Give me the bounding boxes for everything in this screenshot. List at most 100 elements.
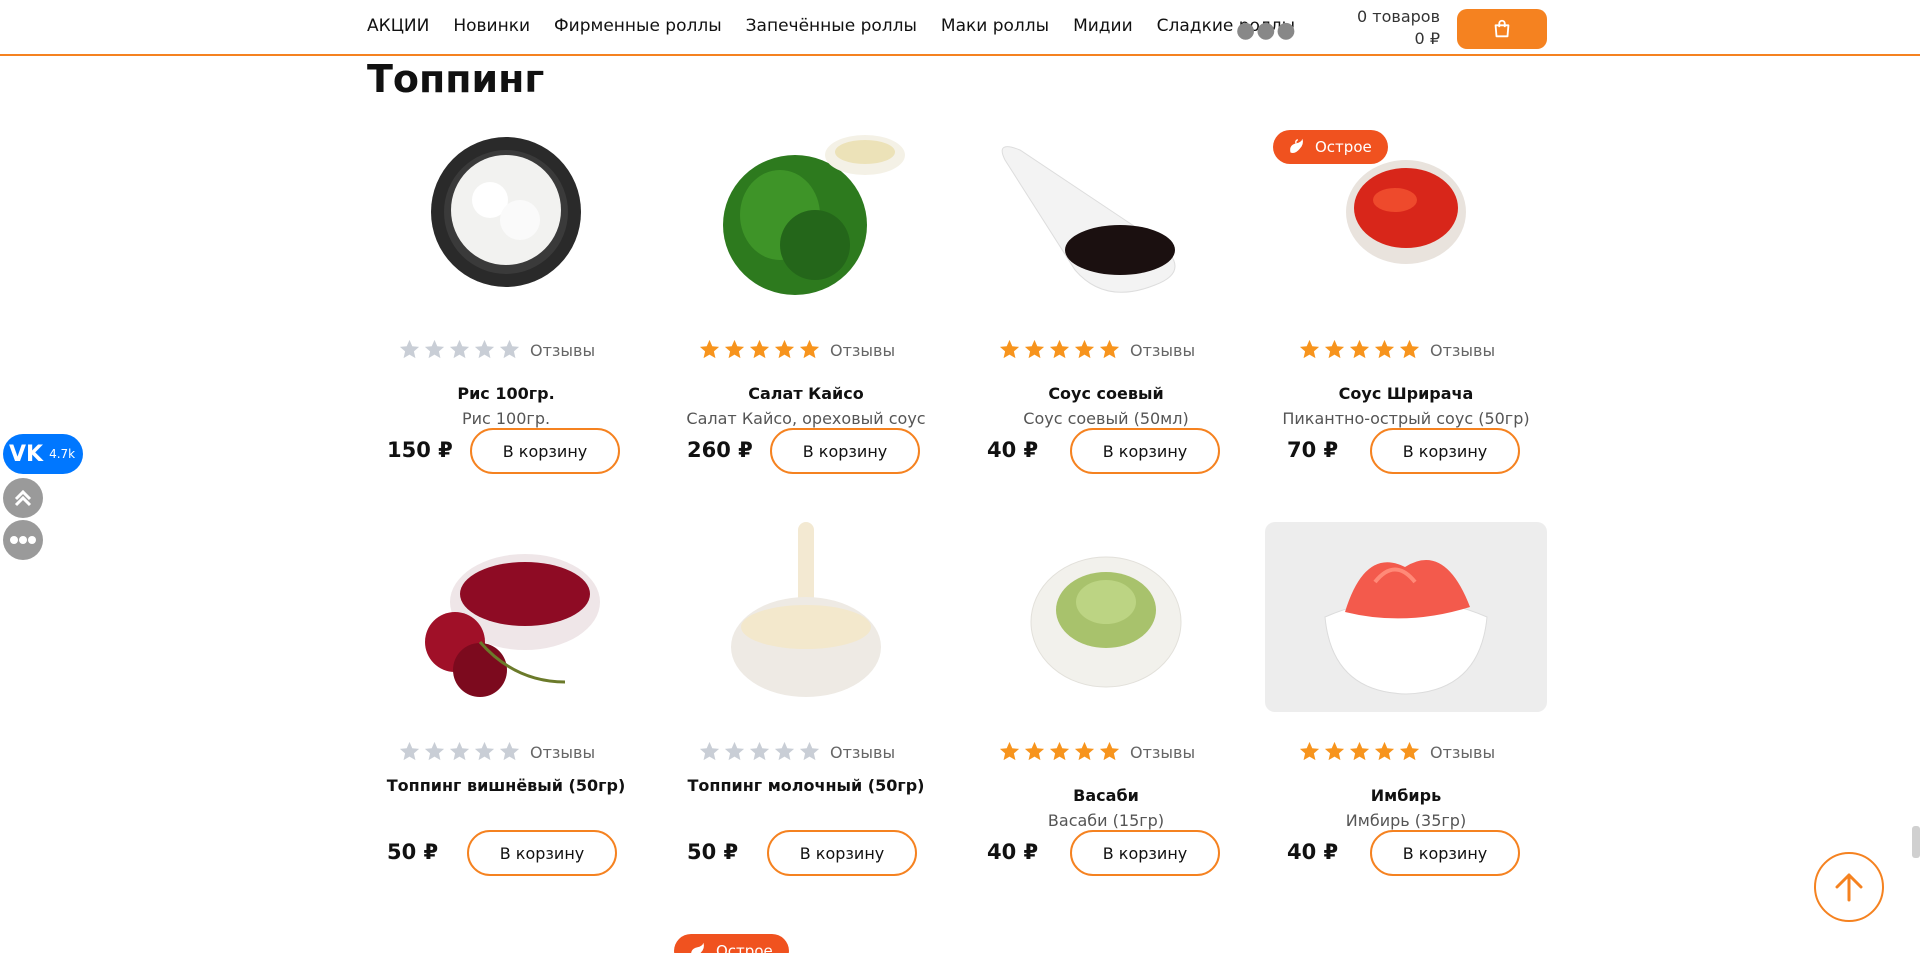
product-name[interactable]: Рис 100гр. <box>365 384 647 403</box>
star-icon[interactable] <box>398 338 421 361</box>
star-icon[interactable] <box>1323 740 1346 763</box>
star-icon[interactable] <box>1298 338 1321 361</box>
add-to-cart-button[interactable]: В корзину <box>1370 830 1520 876</box>
product-description: Васаби (15гр) <box>1047 811 1165 830</box>
add-to-cart-button[interactable]: В корзину <box>467 830 617 876</box>
star-icon[interactable] <box>748 338 771 361</box>
star-icon[interactable] <box>1398 338 1421 361</box>
star-icon[interactable] <box>1348 338 1371 361</box>
star-icon[interactable] <box>423 740 446 763</box>
star-icon[interactable] <box>798 338 821 361</box>
product-name[interactable]: Соус соевый <box>965 384 1247 403</box>
product-price: 150 ₽ <box>387 438 453 462</box>
star-icon[interactable] <box>398 740 421 763</box>
reviews-link[interactable]: Отзывы <box>1130 341 1195 360</box>
star-icon[interactable] <box>1023 740 1046 763</box>
product-image-rice[interactable] <box>365 120 647 310</box>
product-image-wasabi[interactable] <box>965 522 1247 712</box>
cart-button[interactable] <box>1457 9 1547 49</box>
star-icon[interactable] <box>473 740 496 763</box>
star-icon[interactable] <box>723 338 746 361</box>
rating-stars[interactable] <box>698 338 821 361</box>
rating-stars[interactable] <box>1298 338 1421 361</box>
rating-stars[interactable] <box>398 338 521 361</box>
star-icon[interactable] <box>1098 338 1121 361</box>
star-icon[interactable] <box>773 338 796 361</box>
star-icon[interactable] <box>498 740 521 763</box>
product-name[interactable]: Топпинг молочный (50гр) <box>665 776 947 795</box>
add-to-cart-button[interactable]: В корзину <box>1070 428 1220 474</box>
reviews-link[interactable]: Отзывы <box>1430 341 1495 360</box>
rating-stars[interactable] <box>998 740 1121 763</box>
product-name[interactable]: Васаби <box>965 786 1247 805</box>
star-icon[interactable] <box>723 740 746 763</box>
star-icon[interactable] <box>1048 338 1071 361</box>
star-icon[interactable] <box>1373 338 1396 361</box>
reviews-link[interactable]: Отзывы <box>530 341 595 360</box>
add-to-cart-button[interactable]: В корзину <box>1370 428 1520 474</box>
star-icon[interactable] <box>423 338 446 361</box>
product-image-ginger[interactable] <box>1265 522 1547 712</box>
product-image-kaiso[interactable] <box>665 120 947 310</box>
back-to-top-button[interactable] <box>1814 852 1884 922</box>
reviews-link[interactable]: Отзывы <box>530 743 595 762</box>
star-icon[interactable] <box>1398 740 1421 763</box>
reviews-link[interactable]: Отзывы <box>830 341 895 360</box>
reviews-link[interactable]: Отзывы <box>1430 743 1495 762</box>
star-icon[interactable] <box>1348 740 1371 763</box>
nav-item-maki-rolls[interactable]: Маки роллы <box>941 16 1049 36</box>
product-image-milk[interactable] <box>665 522 947 712</box>
reviews-link[interactable]: Отзывы <box>830 743 895 762</box>
product-description: Пикантно-острый соус (50гр) <box>1282 409 1530 428</box>
star-icon[interactable] <box>1323 338 1346 361</box>
star-icon[interactable] <box>698 740 721 763</box>
more-options-icon[interactable] <box>3 520 43 560</box>
rating-stars[interactable] <box>698 740 821 763</box>
rating-stars[interactable] <box>398 740 521 763</box>
star-icon[interactable] <box>773 740 796 763</box>
product-name[interactable]: Имбирь <box>1265 786 1547 805</box>
star-icon[interactable] <box>748 740 771 763</box>
star-icon[interactable] <box>1023 338 1046 361</box>
chili-pepper-icon <box>691 942 704 953</box>
add-to-cart-button[interactable]: В корзину <box>470 428 620 474</box>
reviews-link[interactable]: Отзывы <box>1130 743 1195 762</box>
product-price: 50 ₽ <box>687 840 739 864</box>
star-icon[interactable] <box>1073 338 1096 361</box>
rating-stars[interactable] <box>1298 740 1421 763</box>
arrow-up-icon <box>1835 873 1863 902</box>
nav-item-signature-rolls[interactable]: Фирменные роллы <box>554 16 722 36</box>
star-icon[interactable] <box>998 338 1021 361</box>
star-icon[interactable] <box>1073 740 1096 763</box>
star-icon[interactable] <box>798 740 821 763</box>
product-name[interactable]: Соус Шрирача <box>1265 384 1547 403</box>
nav-item-baked-rolls[interactable]: Запечённые роллы <box>746 16 917 36</box>
product-image-cherry[interactable] <box>365 522 647 712</box>
vk-widget[interactable]: VK 4.7k <box>3 434 83 474</box>
add-to-cart-button[interactable]: В корзину <box>770 428 920 474</box>
star-icon[interactable] <box>698 338 721 361</box>
star-icon[interactable] <box>1298 740 1321 763</box>
star-icon[interactable] <box>1373 740 1396 763</box>
scroll-up-chevrons-icon[interactable] <box>3 478 43 518</box>
rating-stars[interactable] <box>998 338 1121 361</box>
star-icon[interactable] <box>448 740 471 763</box>
product-name[interactable]: Салат Кайсо <box>665 384 947 403</box>
star-icon[interactable] <box>1048 740 1071 763</box>
star-icon[interactable] <box>998 740 1021 763</box>
add-to-cart-button[interactable]: В корзину <box>767 830 917 876</box>
nav-item-akcii[interactable]: АКЦИИ <box>367 16 429 36</box>
nav-item-new[interactable]: Новинки <box>453 16 530 36</box>
vk-count: 4.7k <box>49 447 76 461</box>
star-icon[interactable] <box>448 338 471 361</box>
more-dots-icon[interactable]: ●●● <box>1236 18 1297 43</box>
product-name[interactable]: Топпинг вишнёвый (50гр) <box>365 776 647 795</box>
spicy-badge: Острое <box>1273 130 1388 164</box>
nav-item-mussels[interactable]: Мидии <box>1073 16 1133 36</box>
page-scrollbar[interactable] <box>1912 826 1920 858</box>
star-icon[interactable] <box>473 338 496 361</box>
product-image-soy[interactable] <box>965 120 1247 310</box>
star-icon[interactable] <box>1098 740 1121 763</box>
star-icon[interactable] <box>498 338 521 361</box>
add-to-cart-button[interactable]: В корзину <box>1070 830 1220 876</box>
